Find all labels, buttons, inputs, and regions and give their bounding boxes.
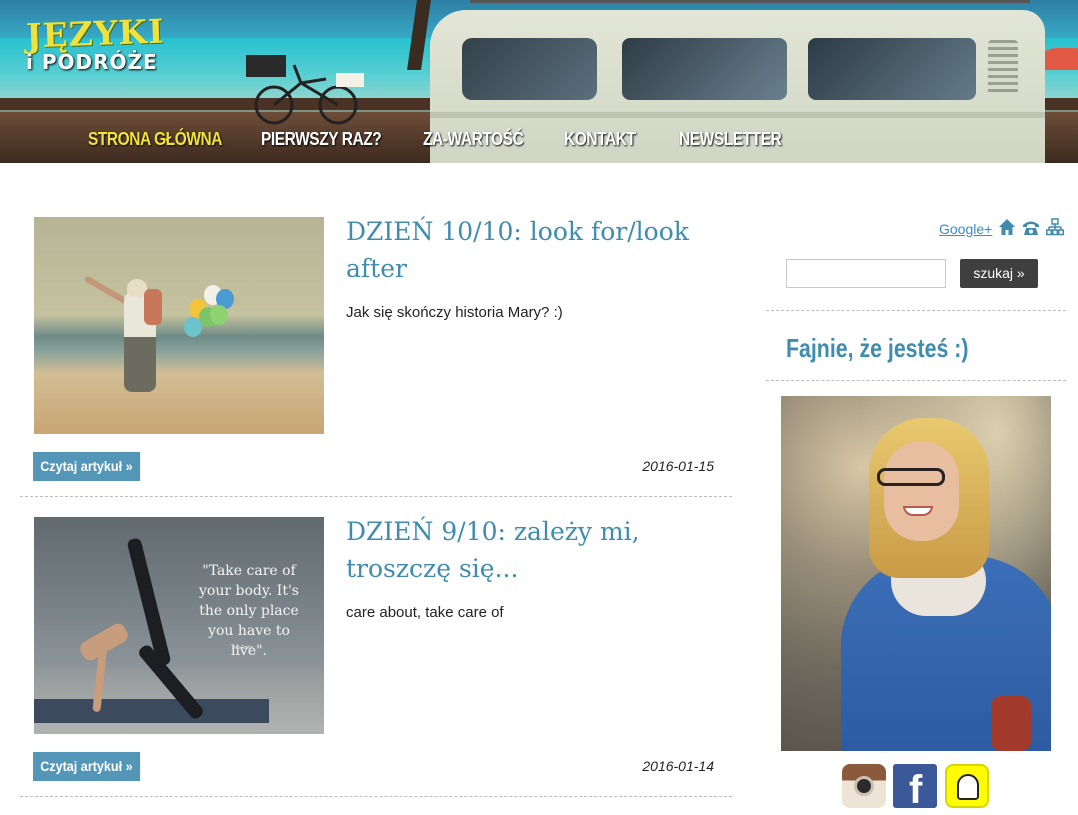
- google-plus-link[interactable]: Google+: [939, 221, 992, 237]
- post-title[interactable]: DZIEŃ 10/10: look for/look after: [346, 213, 706, 287]
- nav-item-contact[interactable]: KONTAKT: [564, 129, 636, 150]
- photo-yoga-mat: [34, 699, 269, 723]
- bicycle-illustration: [246, 55, 364, 125]
- instagram-icon[interactable]: [842, 764, 886, 808]
- photo-arm: [83, 275, 129, 305]
- author-photo: [781, 396, 1051, 751]
- post-thumbnail[interactable]: "Take care of your body. It's the only p…: [34, 517, 324, 734]
- post-excerpt: Jak się skończy historia Mary? :): [346, 304, 563, 321]
- nav-item-home[interactable]: STRONA GŁÓWNA: [88, 129, 222, 150]
- van-vent: [988, 40, 1018, 95]
- balloon: [184, 317, 202, 337]
- post-title[interactable]: DZIEŃ 9/10: zależy mi, troszczę się...: [346, 513, 706, 587]
- read-more-button[interactable]: Czytaj artykuł »: [33, 752, 140, 781]
- logo-text-bottom: i PODRÓŻE: [26, 50, 158, 74]
- read-more-button[interactable]: Czytaj artykuł »: [33, 452, 140, 481]
- post-item: DZIEŃ 10/10: look for/look after Jak się…: [20, 217, 732, 497]
- site-header: JĘZYKI i PODRÓŻE STRONA GŁÓWNA PIERWSZY …: [0, 0, 1078, 163]
- photo-child: [144, 289, 162, 325]
- van-window: [462, 38, 597, 100]
- facebook-icon[interactable]: f: [893, 764, 937, 812]
- photo-bag: [991, 696, 1031, 751]
- sidebar-welcome-title: Fajnie, że jesteś :): [786, 333, 969, 363]
- phone-icon[interactable]: [1022, 218, 1040, 236]
- logo-text-top: JĘZYKI: [25, 11, 166, 56]
- post-date: 2016-01-15: [642, 458, 714, 474]
- beach-photo: [34, 217, 324, 434]
- facebook-glyph: f: [909, 768, 923, 812]
- nav-item-first-time[interactable]: PIERWSZY RAZ?: [261, 129, 382, 150]
- post-separator: [20, 496, 732, 497]
- photo-face: [884, 441, 959, 541]
- search-input[interactable]: [786, 259, 946, 288]
- site-logo[interactable]: JĘZYKI i PODRÓŻE: [25, 11, 166, 84]
- balloon: [210, 305, 228, 325]
- main-navigation: STRONA GŁÓWNA PIERWSZY RAZ? ZA-WARTOŚĆ K…: [0, 125, 1078, 159]
- van-window: [808, 38, 976, 100]
- snapchat-icon[interactable]: [945, 764, 989, 808]
- post-item: "Take care of your body. It's the only p…: [20, 517, 732, 797]
- image-quote-author: Jim Rohn: [232, 645, 254, 651]
- snapchat-ghost: [957, 774, 979, 800]
- search-button[interactable]: szukaj »: [960, 259, 1038, 288]
- sidebar-separator: [766, 380, 1066, 381]
- van-window: [622, 38, 787, 100]
- nav-item-newsletter[interactable]: NEWSLETTER: [679, 129, 782, 150]
- van-stripe: [430, 112, 1045, 118]
- nav-item-content[interactable]: ZA-WARTOŚĆ: [423, 129, 524, 150]
- instagram-lens: [854, 776, 874, 796]
- post-date: 2016-01-14: [642, 758, 714, 774]
- photo-glasses: [877, 468, 945, 486]
- post-excerpt: care about, take care of: [346, 604, 504, 621]
- post-separator: [20, 796, 732, 797]
- sidebar-separator: [766, 310, 1066, 311]
- sitemap-icon[interactable]: [1046, 218, 1064, 236]
- home-icon[interactable]: [998, 218, 1016, 236]
- post-thumbnail[interactable]: [34, 217, 324, 434]
- yoga-photo: "Take care of your body. It's the only p…: [34, 517, 324, 734]
